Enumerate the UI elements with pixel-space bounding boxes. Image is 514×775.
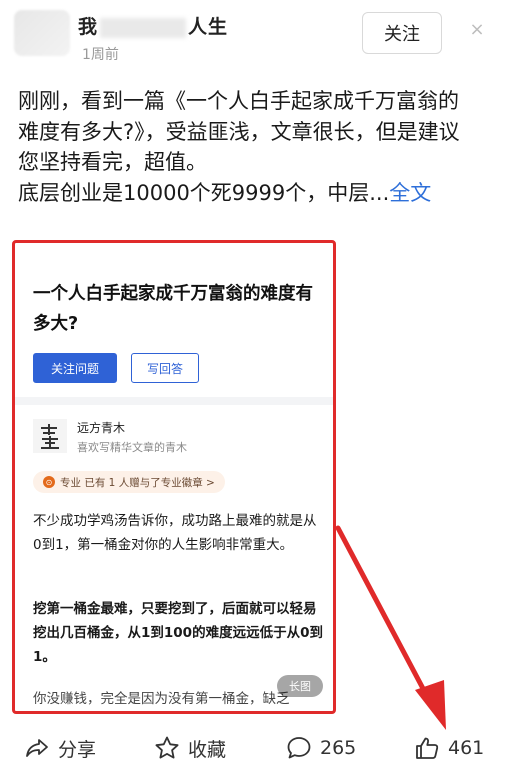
- answerer-bio: 喜欢写精华文章的青木: [77, 441, 187, 454]
- answer-paragraph: 不少成功学鸡汤告诉你，成功路上最难的就是从0到1，第一桶金对你的人生影响非常重大…: [33, 513, 317, 553]
- author-name-redaction: [100, 17, 187, 38]
- post-excerpt-end: 底层创业是10000个死9999个，中层...: [18, 180, 390, 205]
- favorite-button[interactable]: 收藏: [154, 733, 226, 763]
- comment-icon: [287, 737, 311, 759]
- share-button[interactable]: 分享: [24, 733, 96, 763]
- answerer-name: 远方青木: [77, 421, 126, 435]
- write-answer-button[interactable]: 写回答: [131, 353, 199, 383]
- comment-button[interactable]: 265: [286, 733, 356, 763]
- share-icon: [26, 739, 48, 757]
- favorite-label: 收藏: [188, 738, 227, 761]
- author-name[interactable]: 我 人生: [78, 12, 228, 39]
- close-icon[interactable]: ×: [462, 14, 492, 44]
- like-button[interactable]: 461: [414, 733, 484, 763]
- professional-badge[interactable]: ⊙ 专业 已有 1 人赠与了专业徽章 >: [33, 471, 225, 493]
- badge-text: 专业 已有 1 人赠与了专业徽章 >: [60, 476, 215, 489]
- calligraphy-logo-icon: [33, 419, 67, 453]
- star-icon: [155, 736, 179, 759]
- author-avatar[interactable]: [14, 10, 70, 56]
- answer-paragraph-bold: 挖第一桶金最难，只要挖到了，后面就可以轻易挖出几百桶金，从1到100的难度远远低…: [33, 601, 323, 665]
- red-arrow-icon: [335, 525, 446, 730]
- share-label: 分享: [58, 738, 97, 761]
- full-text-link[interactable]: 全文: [389, 181, 431, 205]
- post-body: 刚刚，看到一篇《一个人白手起家成千万富翁的 难度有多大?》，受益匪浅，文章很长，…: [18, 86, 506, 208]
- thumbs-up-icon: [416, 737, 439, 759]
- author-name-prefix: 我: [78, 16, 99, 38]
- long-image-badge: 长图: [277, 675, 323, 697]
- badge-icon: ⊙: [43, 476, 55, 488]
- post-last-line: 底层创业是10000个死9999个，中层...全文: [18, 178, 506, 209]
- follow-question-button[interactable]: 关注问题: [33, 353, 117, 383]
- embedded-screenshot[interactable]: 一个人白手起家成千万富翁的难度有多大? 关注问题 写回答 远方青木 喜欢写精华文…: [12, 240, 336, 714]
- author-name-suffix: 人生: [188, 16, 229, 38]
- like-count: 461: [448, 737, 485, 759]
- post-line: 刚刚，看到一篇《一个人白手起家成千万富翁的: [18, 89, 459, 113]
- answerer-avatar: [33, 419, 67, 453]
- follow-button[interactable]: 关注: [362, 12, 442, 54]
- comment-count: 265: [320, 737, 357, 759]
- divider: [15, 397, 333, 405]
- post-line: 您坚持看完，超值。: [18, 150, 207, 174]
- post-time: 1周前: [82, 47, 119, 63]
- post-line: 难度有多大?》，受益匪浅，文章很长，但是建议: [18, 119, 460, 144]
- question-title: 一个人白手起家成千万富翁的难度有多大?: [33, 284, 313, 334]
